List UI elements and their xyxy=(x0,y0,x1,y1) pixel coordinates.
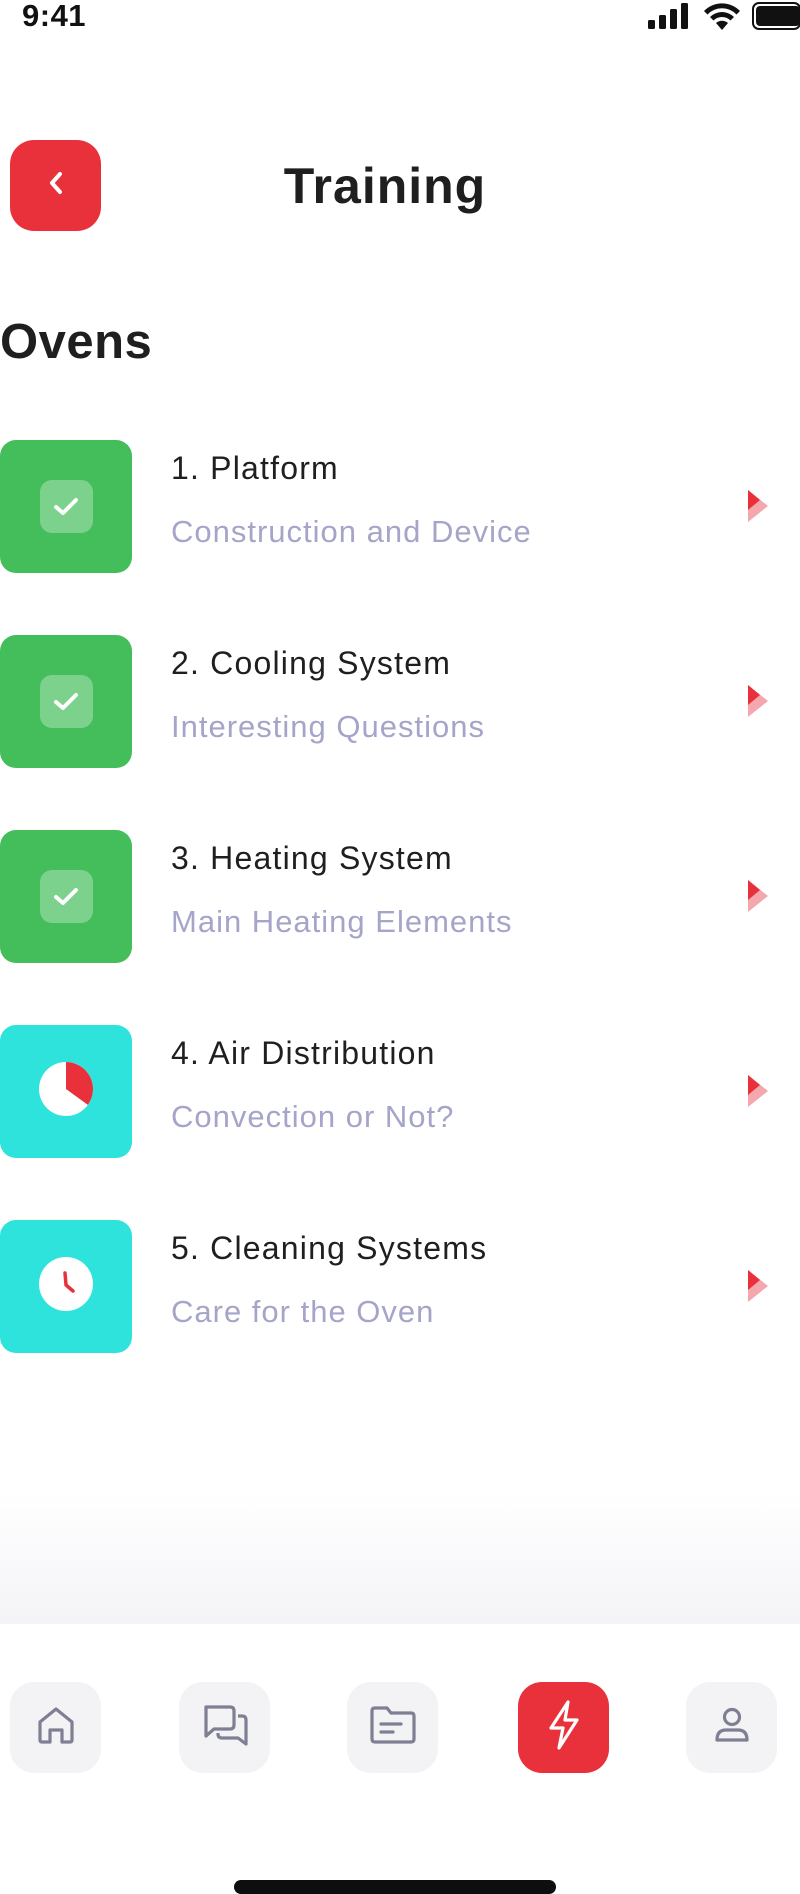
lesson-subtitle: Construction and Device xyxy=(171,514,532,549)
chevron-right-icon xyxy=(744,488,774,524)
lesson-title: 2. Cooling System xyxy=(171,645,452,681)
nav-folder-button[interactable] xyxy=(347,1682,438,1773)
nav-chat-button[interactable] xyxy=(179,1682,270,1773)
lesson-list: 1. Platform Construction and Device 2. C… xyxy=(0,440,800,1415)
chevron-right-icon xyxy=(744,878,774,914)
lesson-item-cleaning-systems[interactable]: 5. Cleaning Systems Care for the Oven xyxy=(0,1220,800,1353)
lesson-subtitle: Interesting Questions xyxy=(171,709,485,744)
chat-icon xyxy=(200,1702,250,1753)
lesson-item-platform[interactable]: 1. Platform Construction and Device xyxy=(0,440,800,573)
nav-profile-button[interactable] xyxy=(686,1682,777,1773)
lesson-item-heating-system[interactable]: 3. Heating System Main Heating Elements xyxy=(0,830,800,963)
lesson-subtitle: Main Heating Elements xyxy=(171,904,513,939)
battery-icon xyxy=(752,2,800,30)
status-icons xyxy=(648,0,800,32)
status-bar: 9:41 xyxy=(0,0,800,36)
nav-home-button[interactable] xyxy=(10,1682,101,1773)
lesson-status-tile xyxy=(0,1025,132,1158)
lesson-item-air-distribution[interactable]: 4. Air Distribution Convection or Not? xyxy=(0,1025,800,1158)
pie-progress-icon xyxy=(38,1061,94,1122)
lightning-icon xyxy=(544,1699,584,1756)
lesson-subtitle: Care for the Oven xyxy=(171,1294,435,1329)
lesson-title: 4. Air Distribution xyxy=(171,1035,436,1071)
chevron-right-icon xyxy=(744,683,774,719)
lesson-item-cooling-system[interactable]: 2. Cooling System Interesting Questions xyxy=(0,635,800,768)
chevron-right-icon xyxy=(744,1073,774,1109)
folder-icon xyxy=(368,1703,418,1752)
lesson-title: 1. Platform xyxy=(171,450,339,486)
lesson-status-tile xyxy=(0,635,132,768)
check-icon xyxy=(39,675,93,728)
signal-icon xyxy=(648,3,690,29)
nav-lightning-button[interactable] xyxy=(518,1682,609,1773)
home-indicator xyxy=(234,1880,556,1894)
bottom-fade xyxy=(0,1490,800,1624)
profile-icon xyxy=(709,1702,755,1753)
status-time: 9:41 xyxy=(22,0,87,33)
check-icon xyxy=(39,480,93,533)
home-icon xyxy=(33,1702,79,1753)
lesson-status-tile xyxy=(0,440,132,573)
page-title: Training xyxy=(283,158,487,214)
lesson-subtitle: Convection or Not? xyxy=(171,1099,455,1134)
chevron-right-icon xyxy=(744,1268,774,1304)
lesson-status-tile xyxy=(0,1220,132,1353)
check-icon xyxy=(39,870,93,923)
clock-icon xyxy=(38,1256,94,1317)
bottom-nav xyxy=(0,1624,800,1894)
section-title: Ovens xyxy=(0,315,153,369)
wifi-icon xyxy=(704,2,740,30)
lesson-title: 5. Cleaning Systems xyxy=(171,1230,488,1266)
lesson-status-tile xyxy=(0,830,132,963)
lesson-title: 3. Heating System xyxy=(171,840,453,876)
